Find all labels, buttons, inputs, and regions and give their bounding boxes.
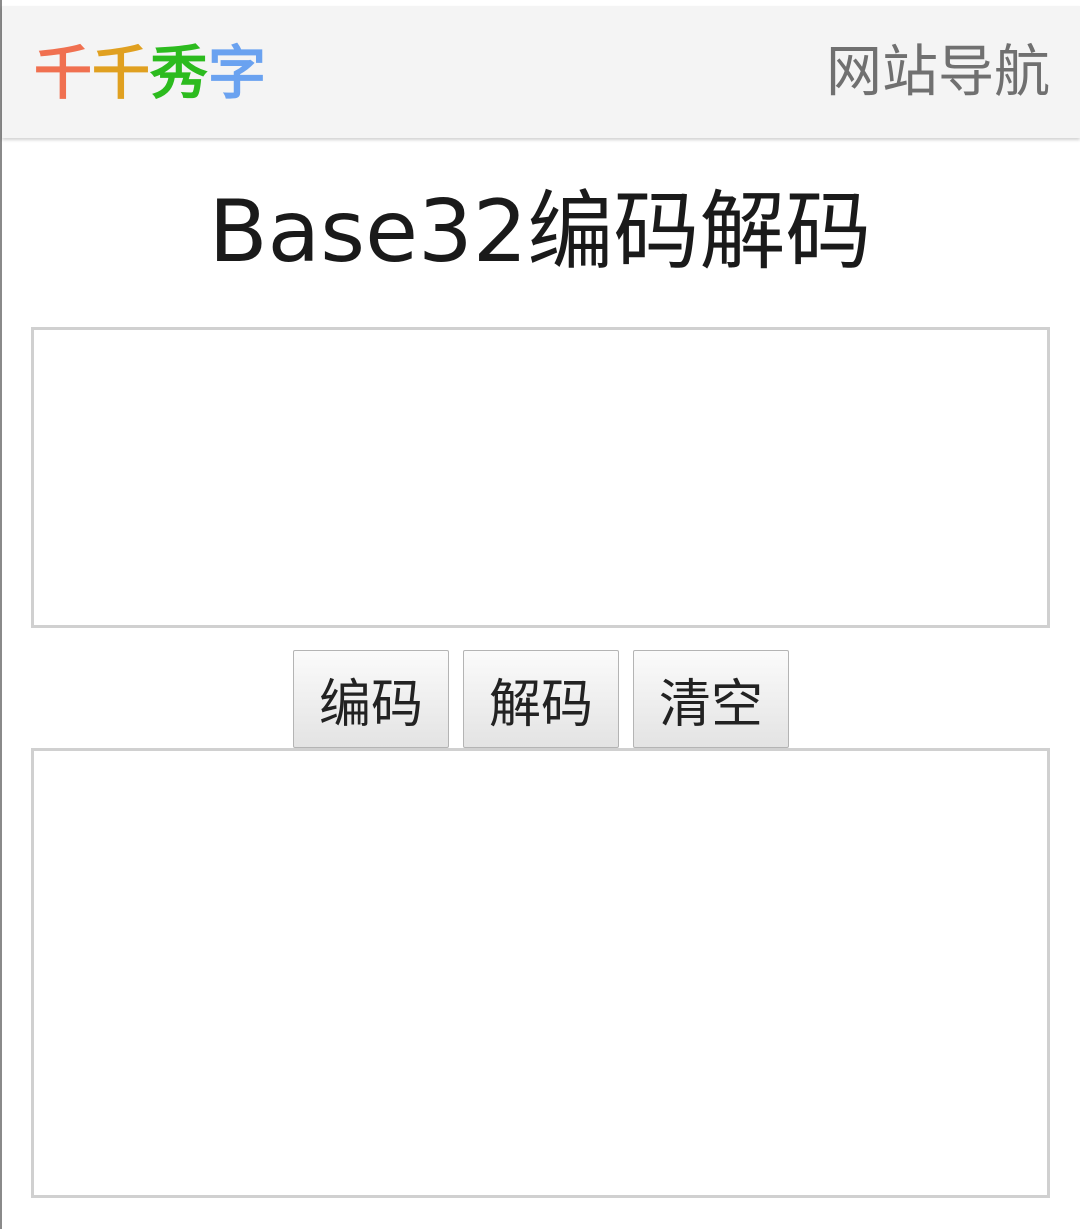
logo-char-4: 字	[208, 39, 267, 107]
logo-char-2: 千	[92, 39, 151, 107]
input-textarea[interactable]	[31, 327, 1050, 628]
site-logo[interactable]: 千 千 秀 字	[34, 38, 266, 108]
output-textarea[interactable]	[31, 748, 1050, 1198]
clear-button[interactable]: 清空	[633, 650, 789, 748]
site-nav-link[interactable]: 网站导航	[826, 38, 1050, 108]
logo-char-3: 秀	[150, 39, 209, 107]
encode-button[interactable]: 编码	[293, 650, 449, 748]
top-header: 千 千 秀 字 网站导航	[2, 6, 1080, 138]
logo-char-1: 千	[34, 39, 93, 107]
decode-button[interactable]: 解码	[463, 650, 619, 748]
page-title: Base32编码解码	[208, 182, 872, 282]
action-buttons: 编码 解码 清空	[293, 650, 789, 748]
